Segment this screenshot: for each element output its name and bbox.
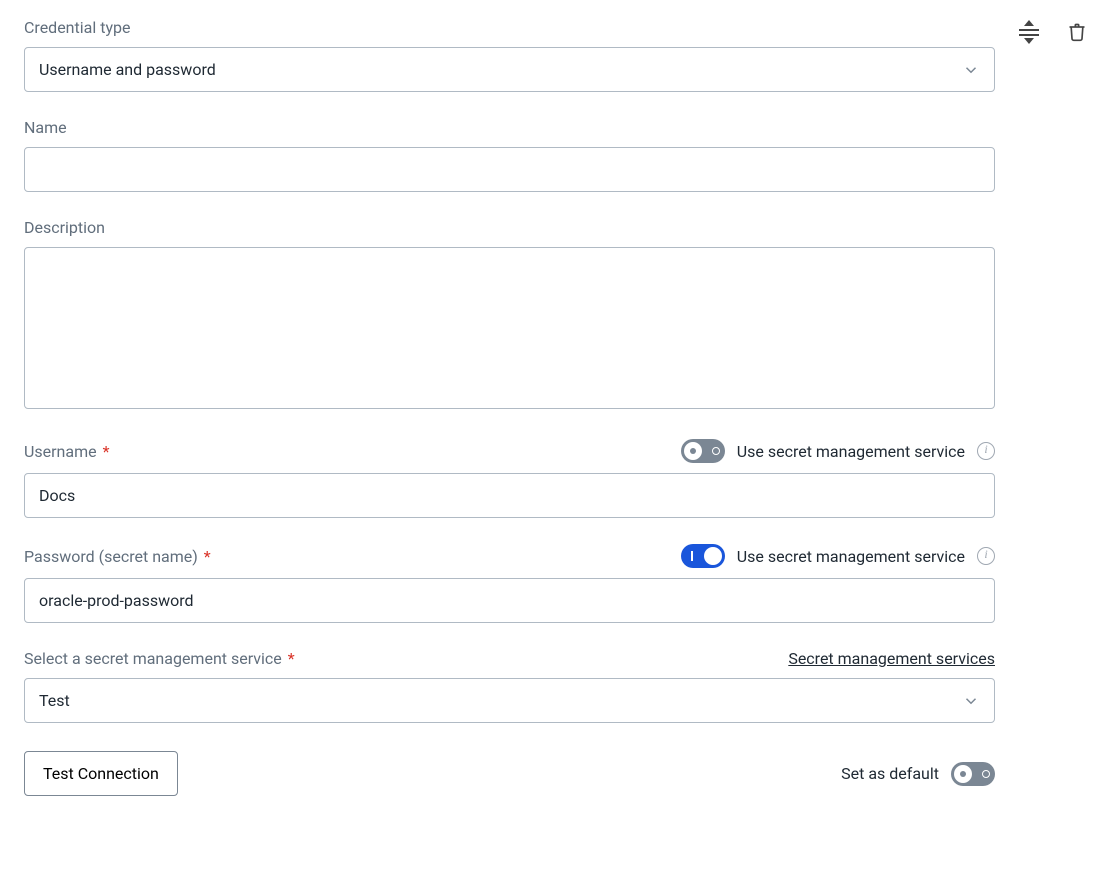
- credential-type-value: Username and password: [39, 60, 216, 79]
- test-connection-button[interactable]: Test Connection: [24, 751, 178, 796]
- username-secret-toggle-label: Use secret management service: [737, 442, 965, 461]
- field-password: Password (secret name) * Use secret mana…: [24, 544, 995, 623]
- password-input[interactable]: [24, 578, 995, 623]
- field-username: Username * Use secret management service: [24, 439, 995, 518]
- username-secret-toggle[interactable]: [681, 439, 725, 463]
- set-as-default-toggle[interactable]: [951, 762, 995, 786]
- password-secret-toggle[interactable]: [681, 544, 725, 568]
- credential-type-label: Credential type: [24, 18, 995, 37]
- field-description: Description: [24, 218, 995, 413]
- chevron-down-icon: [962, 61, 980, 79]
- collapse-icon[interactable]: [1019, 22, 1039, 42]
- field-credential-type: Credential type Username and password: [24, 18, 995, 92]
- field-secret-service: Select a secret management service * Sec…: [24, 649, 995, 723]
- name-label: Name: [24, 118, 995, 137]
- secret-services-link[interactable]: Secret management services: [788, 649, 995, 668]
- required-mark: *: [288, 649, 295, 668]
- set-as-default-label: Set as default: [841, 764, 939, 783]
- trash-icon[interactable]: [1067, 22, 1087, 42]
- secret-service-label: Select a secret management service: [24, 649, 282, 668]
- required-mark: *: [204, 547, 211, 566]
- info-icon[interactable]: [977, 547, 995, 565]
- username-input[interactable]: [24, 473, 995, 518]
- secret-service-value: Test: [39, 691, 70, 710]
- password-secret-toggle-label: Use secret management service: [737, 547, 965, 566]
- password-label: Password (secret name): [24, 547, 198, 566]
- credential-type-select[interactable]: Username and password: [24, 47, 995, 92]
- description-textarea[interactable]: [24, 247, 995, 409]
- chevron-down-icon: [962, 692, 980, 710]
- required-mark: *: [103, 442, 110, 461]
- field-name: Name: [24, 118, 995, 192]
- secret-service-select[interactable]: Test: [24, 678, 995, 723]
- info-icon[interactable]: [977, 442, 995, 460]
- name-input[interactable]: [24, 147, 995, 192]
- username-label: Username: [24, 442, 97, 461]
- description-label: Description: [24, 218, 995, 237]
